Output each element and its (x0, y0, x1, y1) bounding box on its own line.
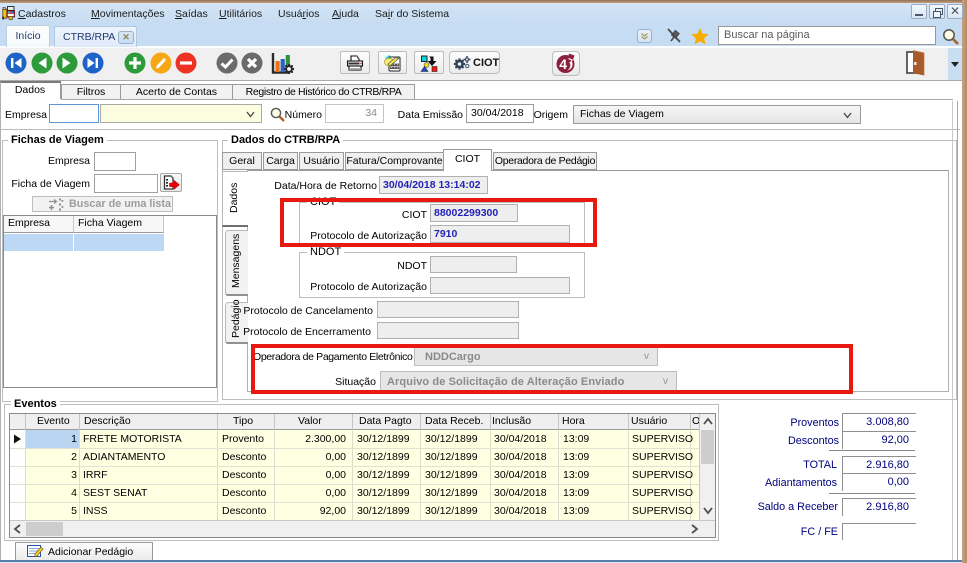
svg-text:4: 4 (559, 56, 567, 72)
